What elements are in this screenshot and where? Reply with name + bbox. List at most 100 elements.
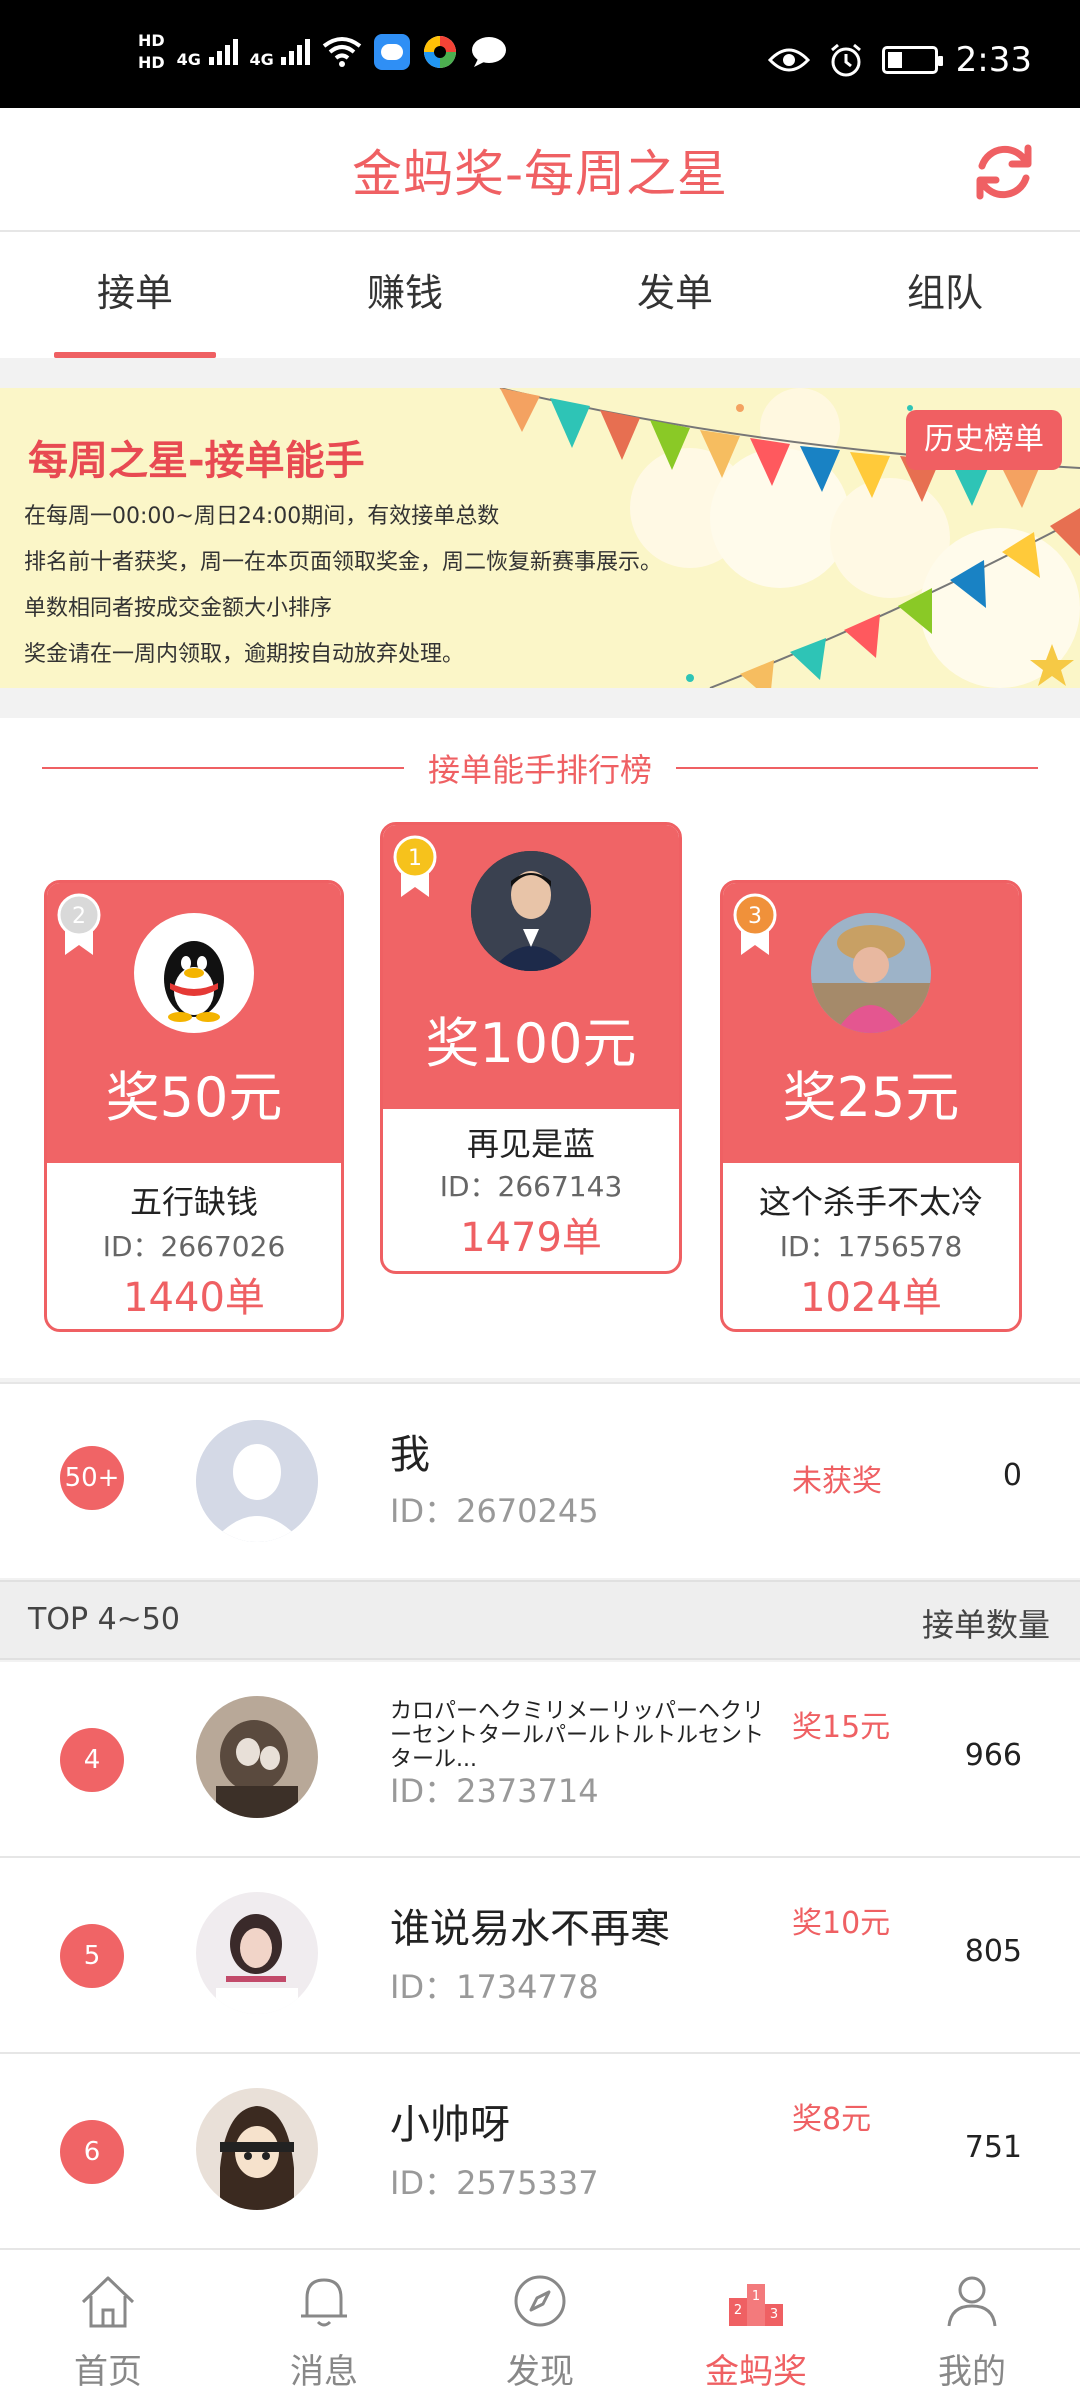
user-name: 谁说易水不再寒 — [390, 1906, 670, 1952]
avatar — [471, 851, 591, 971]
podium-third-prize: 奖25元 — [782, 1066, 960, 1129]
podium-second-rank: 2 — [72, 904, 86, 929]
svg-text:1: 1 — [752, 2289, 760, 2304]
hd2-label: HD — [138, 53, 165, 72]
wifi-icon — [323, 37, 362, 67]
penguin-avatar-icon — [164, 941, 224, 1022]
silver-medal-icon: 2 — [57, 893, 101, 955]
divider — [676, 767, 1039, 769]
tab-fadan[interactable]: 发单 — [540, 232, 810, 358]
user-order-count: 805 — [964, 1934, 1022, 1969]
podium-second-id: ID：2667026 — [102, 1230, 286, 1263]
list-header: TOP 4~50 接单数量 — [0, 1580, 1080, 1660]
list-item[interactable]: 4 カロパーヘクミリメーリッパーヘクリーセントタールパールトルトルセントタール.… — [0, 1662, 1080, 1858]
compass-icon — [514, 2275, 566, 2327]
user-name: 小帅呀 — [390, 2102, 510, 2148]
podium-second-card[interactable]: 2 奖50元 五行缺钱 ID：2667026 1440单 — [44, 880, 344, 1332]
cloud-app-icon — [374, 34, 411, 70]
podium-third-card[interactable]: 3 奖25元 这个杀手不太冷 ID：1756578 1024单 — [720, 880, 1022, 1332]
tab-jiedan[interactable]: 接单 — [0, 232, 270, 358]
status-bar: HD HD 4G 4G 2:33 — [0, 0, 1080, 108]
user-id: ID：2373714 — [390, 1772, 599, 1810]
banner-rule-line: 在每周一00:00~周日24:00期间，有效接单总数 — [24, 504, 500, 529]
app-screen: HD HD 4G 4G 2:33 金蚂奖-每周之星 接单 赚钱 发单 组队 每周… — [0, 0, 1080, 2400]
podium-third-name: 这个杀手不太冷 — [758, 1183, 983, 1221]
banner-title: 每周之星-接单能手 — [28, 438, 365, 484]
podium-third-rank: 3 — [748, 904, 762, 929]
tab-zhuanqian[interactable]: 赚钱 — [270, 232, 540, 358]
battery-icon — [881, 46, 943, 74]
hd1-label: HD — [138, 31, 165, 50]
my-prize-status: 未获奖 — [792, 1464, 882, 1499]
avatar — [811, 913, 931, 1033]
user-order-count: 751 — [964, 2130, 1022, 2165]
list-header-count: 接单数量 — [921, 1606, 1050, 1644]
home-icon — [81, 2276, 135, 2328]
list-item[interactable]: 6 小帅呀 ID：2575337 奖8元 751 — [0, 2054, 1080, 2250]
eye-icon — [767, 48, 810, 72]
nav-messages[interactable]: 消息 — [216, 2250, 432, 2400]
podium-first-id: ID：2667143 — [439, 1170, 623, 1203]
status-right: 2:33 — [767, 40, 1032, 80]
bell-icon — [301, 2278, 347, 2327]
user-photo-avatar — [196, 1892, 318, 2014]
banner-rule-line: 排名前十者获奖，周一在本页面领取奖金，周二恢复新赛事展示。 — [24, 550, 663, 575]
user-name: カロパーヘクミリメーリッパーヘクリーセントタールパールトルトルセントタール... — [390, 1699, 765, 1772]
my-order-count: 0 — [1002, 1458, 1022, 1493]
avatar — [196, 1696, 318, 1818]
chat-icon — [472, 37, 507, 67]
refresh-icon[interactable] — [968, 136, 1040, 208]
my-id: ID：2670245 — [390, 1492, 599, 1530]
podium-first-name: 再见是蓝 — [466, 1125, 595, 1163]
signal-bars-1 — [208, 35, 238, 65]
nav-golden-ant-award-label: 金蚂奖 — [705, 2352, 807, 2392]
podium-first-prize: 奖100元 — [425, 1012, 637, 1075]
photos-app-icon — [424, 36, 457, 68]
user-order-count: 966 — [964, 1738, 1022, 1773]
svg-text:3: 3 — [770, 2307, 778, 2322]
nav-discover-label: 发现 — [506, 2352, 574, 2392]
my-name: 我 — [390, 1432, 430, 1478]
avatar — [196, 1892, 318, 2014]
avatar — [134, 913, 254, 1033]
list-item[interactable]: 5 谁说易水不再寒 ID：1734778 奖10元 805 — [0, 1858, 1080, 2054]
net2-label: 4G — [249, 50, 274, 69]
podium-first-card[interactable]: 1 奖100元 再见是蓝 ID：2667143 1479单 — [380, 822, 682, 1274]
podium-icon: 2 1 3 — [729, 2284, 783, 2326]
bronze-medal-icon: 3 — [733, 893, 777, 955]
user-photo-avatar — [196, 2088, 318, 2210]
app-header: 金蚂奖-每周之星 — [0, 108, 1080, 232]
nav-discover[interactable]: 发现 — [432, 2250, 648, 2400]
bottom-nav: 首页 消息 发现 2 1 3 金蚂奖 我的 — [0, 2248, 1080, 2400]
my-rank-row[interactable]: 50+ 我 ID：2670245 未获奖 0 — [0, 1382, 1080, 1578]
rank-badge: 50+ — [60, 1446, 124, 1510]
nav-profile[interactable]: 我的 — [864, 2250, 1080, 2400]
user-photo-avatar — [811, 913, 931, 1033]
leaderboard-title: 接单能手排行榜 — [428, 751, 653, 789]
list-header-range: TOP 4~50 — [28, 1602, 180, 1637]
status-time: 2:33 — [955, 40, 1032, 80]
history-leaderboard-button[interactable]: 历史榜单 — [906, 410, 1062, 470]
signal-icon: 4G — [177, 35, 238, 69]
podium-first-count: 1479单 — [460, 1215, 602, 1261]
rank-badge: 6 — [60, 2120, 124, 2184]
tab-zudui[interactable]: 组队 — [810, 232, 1080, 358]
user-prize: 奖8元 — [792, 2102, 872, 2137]
signal-icon: 4G — [250, 35, 311, 69]
podium-third-count: 1024单 — [800, 1275, 942, 1321]
profile-icon — [947, 2276, 997, 2327]
gold-medal-icon: 1 — [393, 835, 437, 897]
net1-label: 4G — [176, 50, 201, 69]
user-photo-avatar — [471, 851, 591, 971]
nav-golden-ant-award[interactable]: 2 1 3 金蚂奖 — [648, 2250, 864, 2400]
user-photo-avatar — [196, 1696, 318, 1818]
podium-second-count: 1440单 — [123, 1275, 265, 1321]
podium-first-rank: 1 — [408, 846, 422, 871]
nav-home[interactable]: 首页 — [0, 2250, 216, 2400]
avatar — [196, 2088, 318, 2210]
podium-second-name: 五行缺钱 — [129, 1183, 258, 1221]
svg-text:2: 2 — [734, 2303, 742, 2318]
banner-rule-line: 奖金请在一周内领取，逾期按自动放弃处理。 — [24, 642, 465, 667]
user-id: ID：1734778 — [390, 1968, 599, 2006]
leaderboard-section: 接单能手排行榜 2 奖50元 五行缺钱 ID：2667026 1440单 1 奖… — [0, 718, 1080, 1378]
